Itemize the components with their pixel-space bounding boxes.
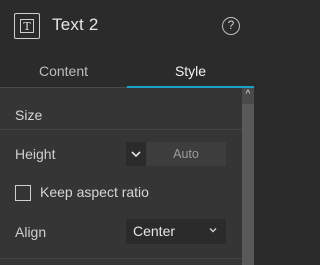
keep-aspect-ratio-label[interactable]: Keep aspect ratio bbox=[40, 184, 149, 200]
section-divider bbox=[0, 129, 242, 130]
text-glyph: T bbox=[20, 19, 34, 33]
tab-style[interactable]: Style bbox=[127, 56, 254, 88]
height-mode-dropdown[interactable] bbox=[126, 142, 146, 166]
align-label: Align bbox=[15, 224, 47, 240]
scroll-up-icon[interactable]: ^ bbox=[242, 88, 254, 102]
height-label: Height bbox=[15, 146, 56, 162]
scrollbar-thumb[interactable] bbox=[242, 104, 254, 265]
text-widget-icon: T bbox=[14, 13, 40, 39]
chevron-down-icon bbox=[209, 228, 217, 233]
panel-header: T Text 2 ? bbox=[0, 0, 254, 52]
tab-content[interactable]: Content bbox=[0, 56, 127, 88]
chevron-down-icon bbox=[131, 151, 141, 158]
help-icon[interactable]: ? bbox=[222, 17, 240, 35]
tab-bar: Content Style bbox=[0, 56, 254, 88]
keep-aspect-ratio-checkbox[interactable] bbox=[15, 185, 31, 201]
section-divider-bottom bbox=[0, 258, 242, 259]
section-title-size: Size bbox=[15, 107, 43, 123]
panel-title: Text 2 bbox=[52, 15, 99, 34]
properties-panel: T Text 2 ? Content Style ^ Size Height A… bbox=[0, 0, 254, 265]
height-input[interactable]: Auto bbox=[146, 142, 226, 166]
